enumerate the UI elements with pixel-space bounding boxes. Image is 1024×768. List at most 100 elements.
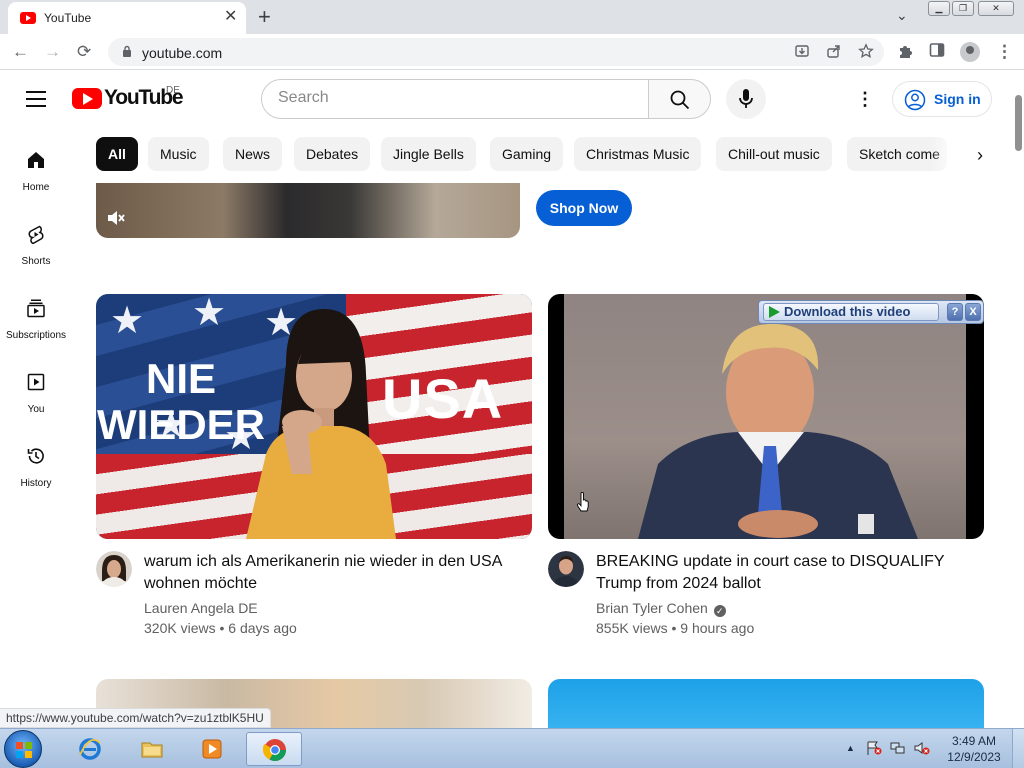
- thumbnail-caption-left: NIE WIEDER: [97, 355, 265, 448]
- chip-gaming[interactable]: Gaming: [490, 137, 564, 171]
- video-thumbnail[interactable]: [548, 679, 984, 728]
- channel-name[interactable]: Lauren Angela DE: [144, 600, 258, 616]
- video-metadata: 320K views • 6 days ago: [144, 620, 297, 636]
- url-text[interactable]: youtube.com: [142, 45, 222, 61]
- account-circle-icon: [904, 89, 926, 111]
- address-bar[interactable]: youtube.com: [108, 38, 884, 66]
- download-video-overlay: Download this video ? X: [758, 300, 984, 324]
- scrollbar-thumb[interactable]: [1015, 95, 1022, 151]
- star-icon: ★: [110, 300, 145, 342]
- voice-search-button[interactable]: [726, 79, 766, 119]
- chip-christmas-music[interactable]: Christmas Music: [574, 137, 702, 171]
- reload-icon[interactable]: ⟳: [77, 42, 91, 62]
- folder-icon: [141, 742, 163, 758]
- shorts-icon: [28, 225, 44, 244]
- channel-avatar[interactable]: [96, 551, 132, 587]
- meta-separator: •: [671, 620, 677, 636]
- channel-name-text[interactable]: Brian Tyler Cohen: [596, 600, 708, 616]
- channel-name[interactable]: Brian Tyler Cohen ✓: [596, 600, 726, 617]
- video-title[interactable]: warum ich als Amerikanerin nie wieder in…: [144, 551, 524, 595]
- video-title[interactable]: BREAKING update in court case to DISQUAL…: [596, 551, 976, 595]
- guide-label-you: You: [27, 404, 45, 415]
- start-button[interactable]: [4, 730, 42, 768]
- search-button[interactable]: [648, 79, 711, 119]
- profile-avatar-icon[interactable]: [960, 42, 980, 62]
- window-close-button[interactable]: ✕: [978, 1, 1014, 16]
- network-icon[interactable]: [890, 741, 906, 755]
- subscriptions-icon: [27, 299, 45, 318]
- history-icon: [27, 448, 44, 464]
- download-video-label: Download this video: [784, 304, 911, 319]
- show-desktop-button[interactable]: [1012, 729, 1024, 768]
- guide-item-you[interactable]: You: [0, 372, 72, 442]
- chip-all[interactable]: All: [96, 137, 138, 171]
- chips-next-arrow-icon[interactable]: ›: [966, 141, 994, 169]
- chip-debates[interactable]: Debates: [294, 137, 371, 171]
- search-input[interactable]: [278, 89, 628, 107]
- tab-search-icon[interactable]: ⌄: [896, 7, 908, 24]
- settings-more-icon[interactable]: ⋮: [854, 88, 876, 110]
- chrome-menu-icon[interactable]: ⋮: [996, 42, 1013, 62]
- extensions-puzzle-icon[interactable]: [897, 42, 915, 65]
- chip-news[interactable]: News: [223, 137, 283, 171]
- guide-item-history[interactable]: History: [0, 446, 72, 516]
- guide-label-shorts: Shorts: [21, 256, 51, 267]
- youtube-header: YouTube DE ⋮ Sign in: [0, 71, 1012, 127]
- hand-cursor-icon: [576, 492, 589, 512]
- forward-arrow-icon[interactable]: →: [44, 42, 61, 62]
- browser-toolbar: ← → ⟳ youtube.com ⋮: [0, 34, 1024, 70]
- ad-video-thumbnail[interactable]: [96, 183, 520, 238]
- guide-label-subscriptions: Subscriptions: [5, 330, 67, 341]
- sign-in-button[interactable]: Sign in: [892, 81, 992, 117]
- menu-icon[interactable]: [26, 91, 46, 107]
- install-app-icon[interactable]: [794, 43, 810, 63]
- verified-badge-icon: ✓: [713, 605, 726, 617]
- download-video-button[interactable]: Download this video: [763, 303, 939, 321]
- taskbar-internet-explorer[interactable]: [62, 732, 118, 766]
- channel-avatar[interactable]: [548, 551, 584, 587]
- guide-item-home[interactable]: Home: [0, 150, 72, 220]
- clock-date[interactable]: 12/9/2023: [946, 750, 1002, 764]
- sign-in-label: Sign in: [934, 91, 981, 107]
- taskbar-file-explorer[interactable]: [124, 732, 180, 766]
- search-box[interactable]: [261, 79, 649, 119]
- guide-item-shorts[interactable]: Shorts: [0, 224, 72, 294]
- action-center-flag-icon[interactable]: [866, 741, 882, 755]
- clock-time[interactable]: 3:49 AM: [946, 734, 1002, 748]
- download-help-button[interactable]: ?: [947, 303, 963, 321]
- page-scrollbar[interactable]: [1012, 71, 1024, 728]
- volume-muted-icon[interactable]: [914, 741, 930, 755]
- link-status-bubble: https://www.youtube.com/watch?v=zu1ztblK…: [0, 708, 271, 728]
- chip-jingle-bells[interactable]: Jingle Bells: [381, 137, 476, 171]
- guide-item-subscriptions[interactable]: Subscriptions: [0, 298, 72, 368]
- upload-age: 9 hours ago: [680, 620, 755, 636]
- shop-now-button[interactable]: Shop Now: [536, 190, 632, 226]
- taskbar-chrome[interactable]: [246, 732, 302, 766]
- lock-icon[interactable]: [122, 45, 132, 60]
- window-minimize-button[interactable]: ▁: [928, 1, 950, 16]
- home-icon: [28, 152, 44, 168]
- chip-chill-out-music[interactable]: Chill-out music: [716, 137, 832, 171]
- chrome-icon: [263, 739, 286, 761]
- download-close-button[interactable]: X: [965, 303, 981, 321]
- video-metadata: 855K views • 9 hours ago: [596, 620, 754, 636]
- window-maximize-button[interactable]: ❐: [952, 1, 974, 16]
- share-icon[interactable]: [826, 43, 842, 63]
- tab-close-icon[interactable]: ✕: [224, 9, 237, 25]
- muted-speaker-icon[interactable]: [106, 209, 126, 227]
- taskbar-media-player[interactable]: [184, 732, 240, 766]
- tray-expand-icon[interactable]: ▲: [846, 743, 855, 753]
- chip-music[interactable]: Music: [148, 137, 209, 171]
- tab-title: YouTube: [44, 11, 92, 25]
- media-player-icon: [202, 739, 222, 759]
- video-thumbnail[interactable]: ★ ★ ★ ★ ★ NIE WIEDER USA: [96, 294, 532, 539]
- browser-tab[interactable]: YouTube ✕: [8, 2, 246, 34]
- bookmark-star-icon[interactable]: [858, 43, 874, 63]
- video-thumbnail[interactable]: Download this video ? X: [548, 294, 984, 539]
- person-figure: [638, 323, 918, 539]
- back-arrow-icon[interactable]: ←: [12, 42, 29, 62]
- view-count: 320K views: [144, 620, 216, 636]
- side-panel-icon[interactable]: [929, 42, 945, 63]
- browser-tab-strip: YouTube ✕ + ⌄ ▁ ❐ ✕: [0, 0, 1024, 34]
- new-tab-button[interactable]: +: [258, 4, 271, 30]
